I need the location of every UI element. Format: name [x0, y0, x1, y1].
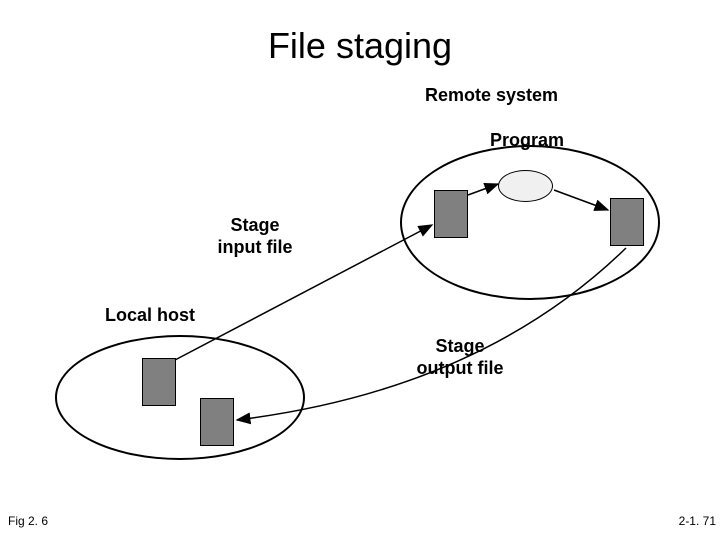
remote-input-rect — [434, 190, 468, 238]
program-label: Program — [490, 130, 564, 152]
remote-output-rect — [610, 198, 644, 246]
local-host-label: Local host — [105, 305, 195, 327]
local-host-ellipse — [55, 335, 305, 460]
stage-output-label: Stage output file — [410, 336, 510, 379]
stage-input-label: Stage input file — [210, 215, 300, 258]
page-number: 2-1. 71 — [679, 514, 716, 528]
remote-system-label: Remote system — [425, 85, 558, 107]
local-output-rect — [200, 398, 234, 446]
page-title: File staging — [268, 25, 452, 67]
program-node — [498, 170, 553, 202]
figure-number: Fig 2. 6 — [8, 514, 48, 528]
local-input-rect — [142, 358, 176, 406]
